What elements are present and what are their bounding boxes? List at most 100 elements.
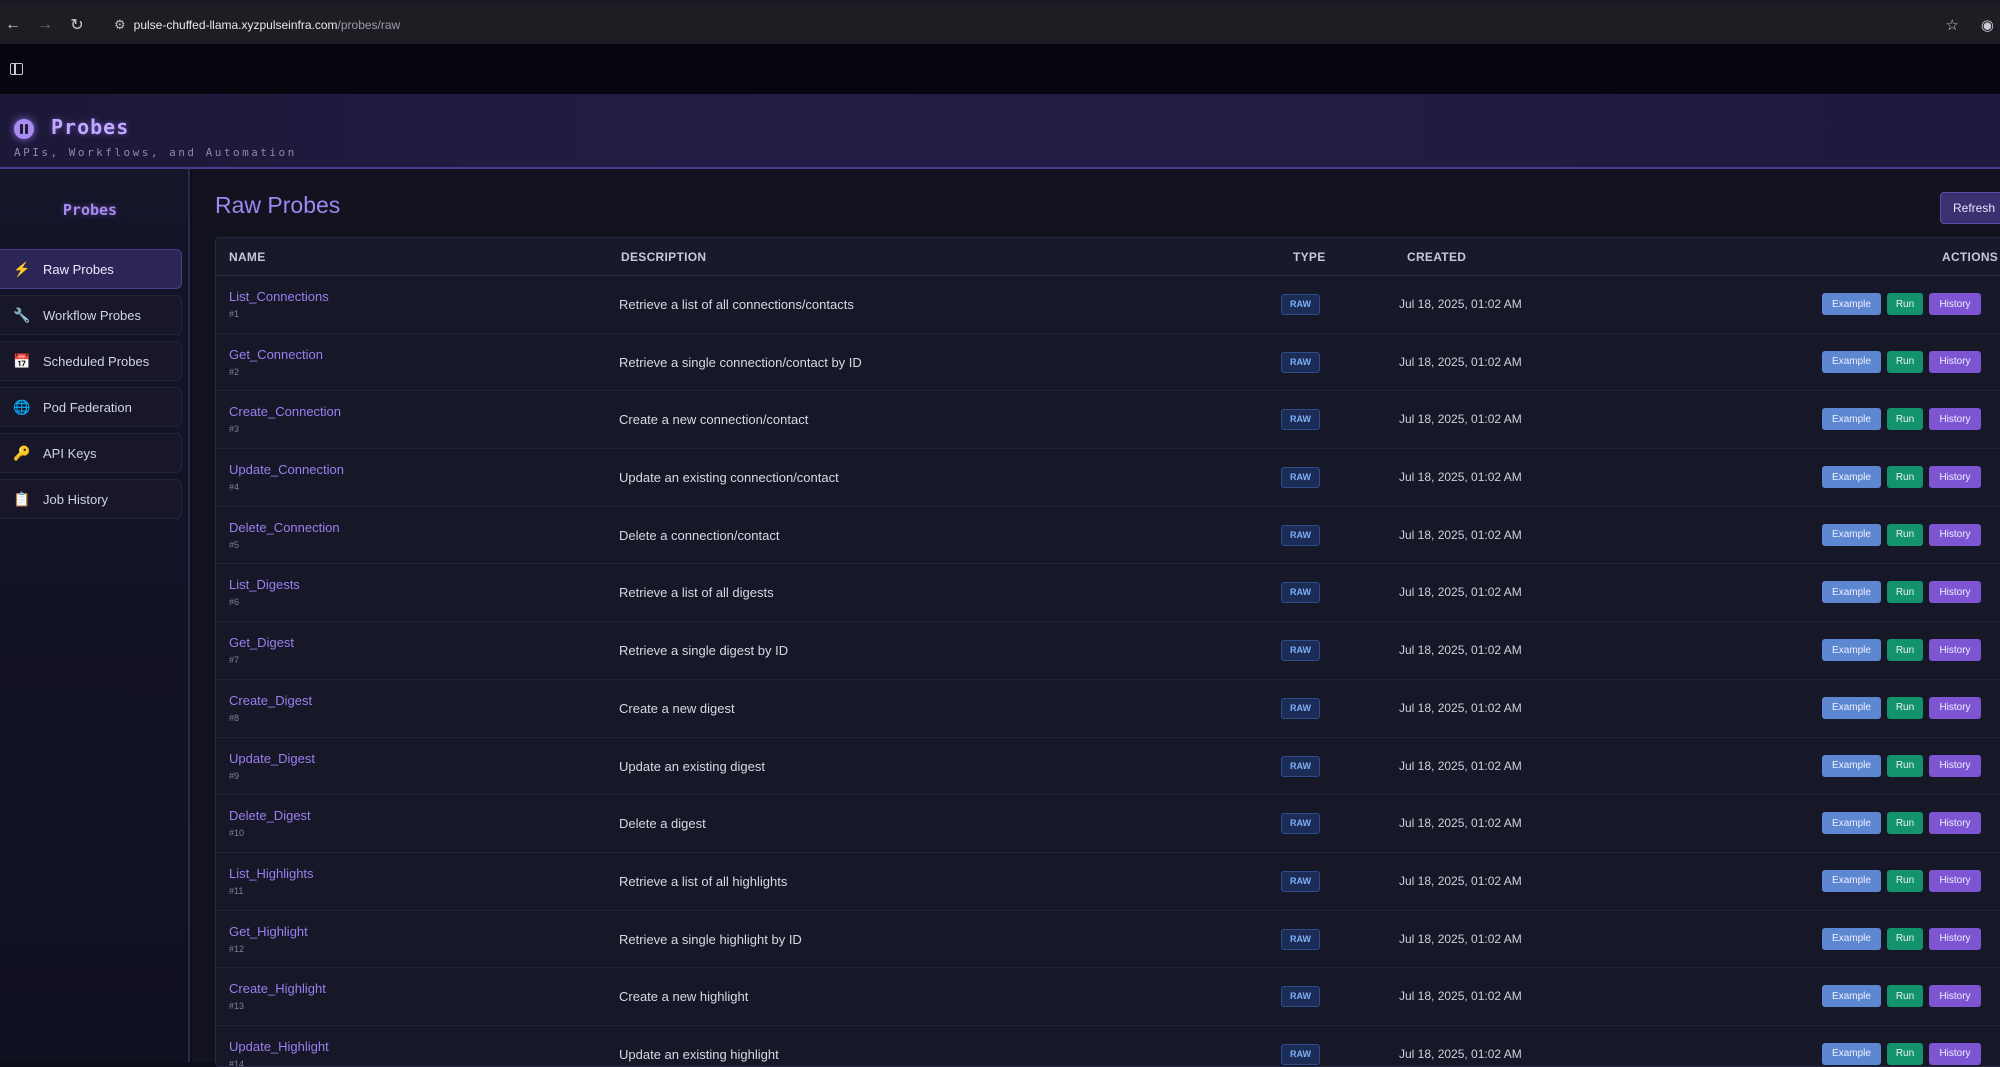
example-button[interactable]: Example [1822,985,1881,1008]
profile-icon[interactable]: ◉ [1981,16,1994,34]
probe-name-link[interactable]: Create_Connection [229,404,341,419]
created-timestamp: Jul 18, 2025, 01:02 AM [1399,758,1522,773]
sidebar-item-scheduled-probes[interactable]: 📅 Scheduled Probes [0,341,182,381]
probe-name-link[interactable]: Delete_Digest [229,808,311,823]
sidebar-item-api-keys[interactable]: 🔑 API Keys [0,433,182,473]
history-button[interactable]: History [1929,869,1981,892]
history-button[interactable]: History [1929,408,1981,431]
probe-name-link[interactable]: Get_Digest [229,635,294,650]
history-button[interactable]: History [1929,812,1981,835]
probe-name-link[interactable]: Get_Highlight [229,924,308,939]
row-actions: Example Run History [1822,293,1981,315]
created-timestamp: Jul 18, 2025, 01:02 AM [1399,585,1522,600]
row-actions: Example Run History [1822,927,1981,950]
probe-description: Update an existing highlight [619,1046,779,1062]
probe-name-link[interactable]: Delete_Connection [229,520,340,535]
history-button[interactable]: History [1929,696,1981,719]
table-row: Delete_Digest #10 Delete a digest RAW Jul 18… [216,795,2000,853]
run-button[interactable]: Run [1887,639,1923,662]
run-button[interactable]: Run [1887,696,1923,719]
probe-id: #13 [229,1001,245,1012]
probe-name-link[interactable]: Create_Highlight [229,981,326,996]
example-button[interactable]: Example [1822,812,1881,835]
run-button[interactable]: Run [1887,812,1923,835]
app-title: Probes [51,115,130,139]
history-button[interactable]: History [1929,754,1981,777]
bookmark-star-icon[interactable]: ☆ [1945,16,1958,34]
example-button[interactable]: Example [1822,293,1881,315]
example-button[interactable]: Example [1822,466,1881,489]
forward-arrow-icon[interactable]: → [34,14,56,36]
clipboard-icon: 📋 [13,490,31,507]
browser-chrome: ← → ↻ ⚙ pulse-chuffed-llama.xyzpulseinfr… [0,0,2000,94]
history-button[interactable]: History [1929,639,1981,662]
run-button[interactable]: Run [1887,754,1923,777]
history-button[interactable]: History [1929,581,1981,604]
row-actions: Example Run History [1822,869,1981,892]
sidebar-item-workflow-probes[interactable]: 🔧 Workflow Probes [0,295,182,335]
example-button[interactable]: Example [1822,408,1881,431]
row-actions: Example Run History [1822,639,1981,662]
sidebar-item-raw-probes[interactable]: ⚡ Raw Probes [0,249,182,289]
probe-description: Update an existing digest [619,758,765,774]
probe-name-link[interactable]: Update_Digest [229,751,315,766]
row-actions: Example Run History [1822,754,1981,777]
example-button[interactable]: Example [1822,927,1881,950]
reload-icon[interactable]: ↻ [66,14,88,36]
wrench-icon: 🔧 [13,306,31,323]
example-button[interactable]: Example [1822,754,1881,777]
probe-name-link[interactable]: Create_Digest [229,693,312,708]
probe-name-link[interactable]: Update_Highlight [229,1039,329,1054]
url-text[interactable]: pulse-chuffed-llama.xyzpulseinfra.com/pr… [134,18,401,32]
back-arrow-icon[interactable]: ← [2,14,24,36]
history-button[interactable]: History [1929,466,1981,489]
probe-name-link[interactable]: List_Connections [229,289,329,304]
probe-name-link[interactable]: Update_Connection [229,462,344,477]
history-button[interactable]: History [1929,927,1981,950]
example-button[interactable]: Example [1822,696,1881,719]
run-button[interactable]: Run [1887,927,1923,950]
run-button[interactable]: Run [1887,408,1923,431]
created-timestamp: Jul 18, 2025, 01:02 AM [1399,527,1522,542]
run-button[interactable]: Run [1887,466,1923,489]
probe-name-link[interactable]: Get_Connection [229,347,323,362]
key-icon: 🔑 [13,444,31,461]
run-button[interactable]: Run [1887,350,1923,373]
history-button[interactable]: History [1929,350,1981,373]
example-button[interactable]: Example [1822,869,1881,892]
probe-description: Delete a connection/contact [619,527,780,543]
sidebar-item-job-history[interactable]: 📋 Job History [0,479,182,519]
page-toolbar [0,44,2000,94]
sidebar-toggle-icon[interactable] [10,63,23,75]
history-button[interactable]: History [1929,985,1981,1008]
history-button[interactable]: History [1929,293,1981,315]
probe-name-link[interactable]: List_Digests [229,577,300,592]
example-button[interactable]: Example [1822,639,1881,662]
type-badge: RAW [1281,870,1320,892]
type-badge: RAW [1281,294,1320,315]
example-button[interactable]: Example [1822,581,1881,604]
example-button[interactable]: Example [1822,523,1881,546]
probe-id: #2 [229,366,240,377]
run-button[interactable]: Run [1887,523,1923,546]
run-button[interactable]: Run [1887,985,1923,1008]
probe-name-link[interactable]: List_Highlights [229,866,314,881]
example-button[interactable]: Example [1822,350,1881,373]
page-title: Raw Probes [215,192,341,218]
sidebar-item-label: Workflow Probes [43,307,142,323]
run-button[interactable]: Run [1887,869,1923,892]
history-button[interactable]: History [1929,523,1981,546]
refresh-button[interactable]: Refresh [1940,192,2000,224]
type-badge: RAW [1281,351,1320,373]
column-header-name: NAME [229,249,266,264]
created-timestamp: Jul 18, 2025, 01:02 AM [1399,873,1522,888]
row-actions: Example Run History [1822,696,1981,719]
run-button[interactable]: Run [1887,293,1923,315]
calendar-icon: 📅 [13,352,31,369]
run-button[interactable]: Run [1887,581,1923,604]
site-settings-icon[interactable]: ⚙ [114,17,126,33]
created-timestamp: Jul 18, 2025, 01:02 AM [1399,1046,1522,1061]
probe-id: #12 [229,943,245,954]
address-bar: ← → ↻ ⚙ pulse-chuffed-llama.xyzpulseinfr… [0,6,2000,44]
sidebar-item-pod-federation[interactable]: 🌐 Pod Federation [0,387,182,427]
